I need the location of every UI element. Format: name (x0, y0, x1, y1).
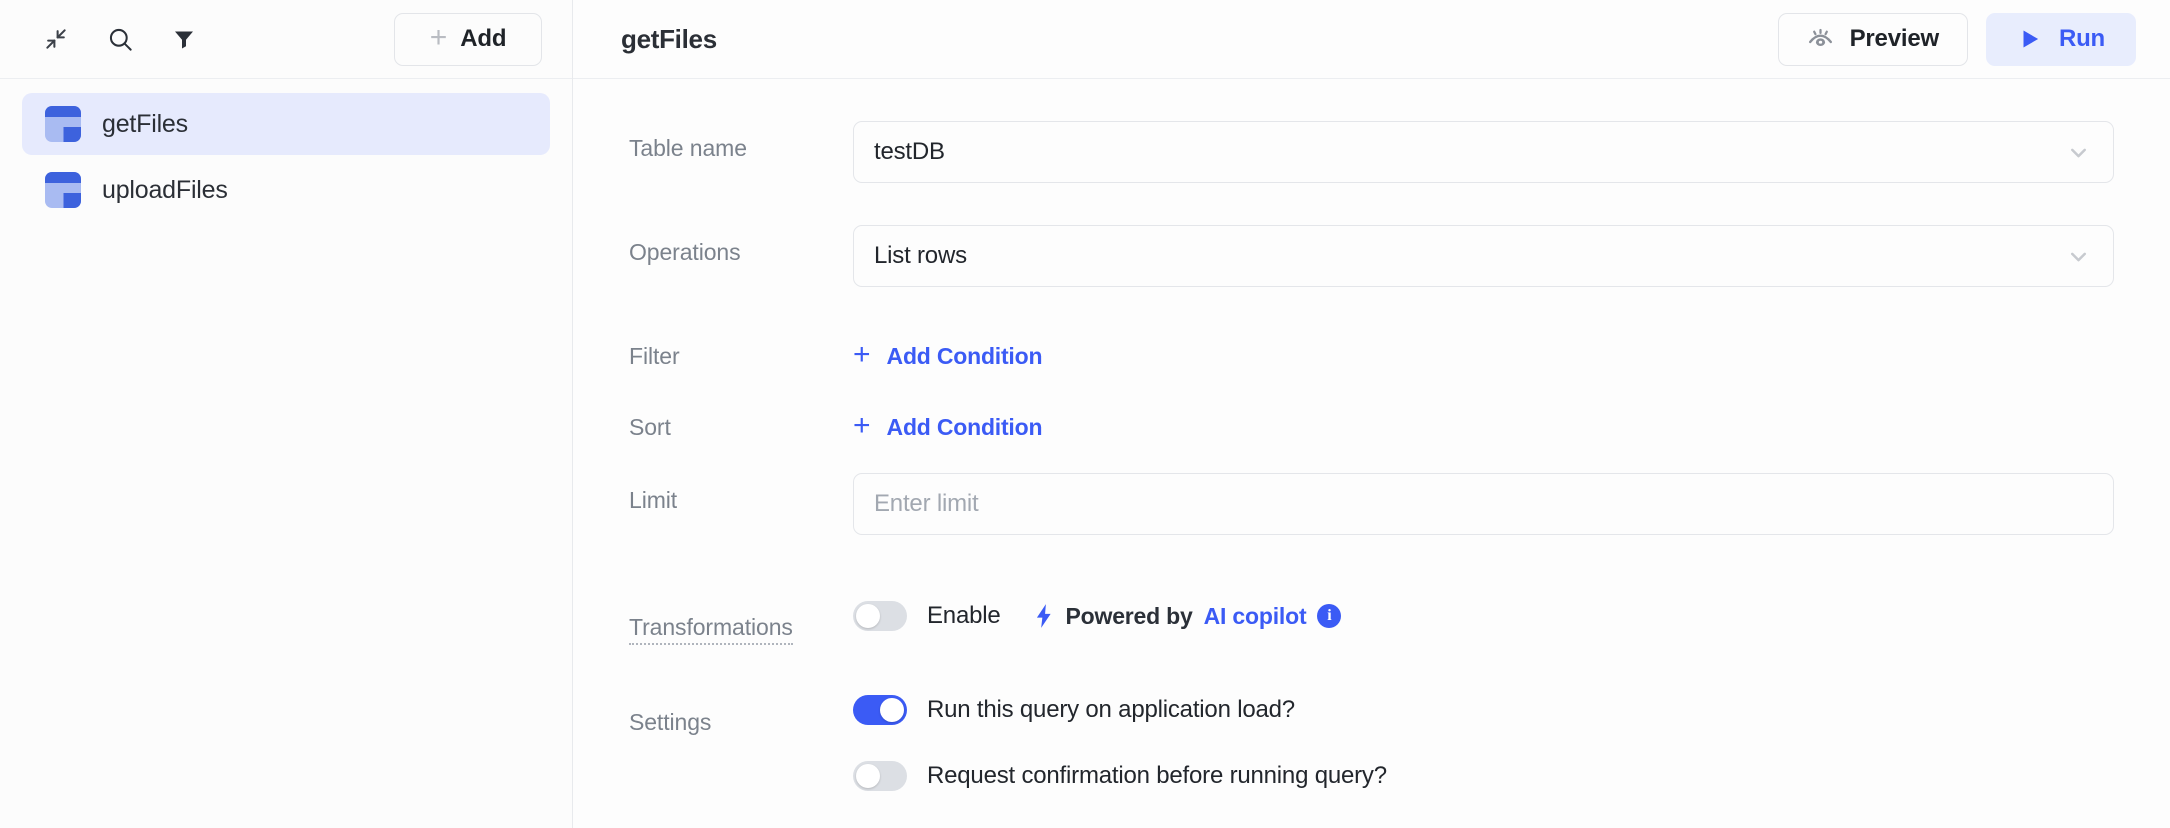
filter-icon[interactable] (162, 17, 206, 61)
query-list-item-uploadfiles[interactable]: uploadFiles (22, 159, 550, 221)
limit-input[interactable]: Enter limit (853, 473, 2114, 535)
play-icon (2017, 26, 2043, 52)
operations-control: List rows (853, 225, 2114, 287)
transformations-enable-label: Enable (927, 602, 1001, 630)
run-button-label: Run (2059, 25, 2105, 53)
table-name-value: testDB (874, 138, 945, 166)
query-editor-header: getFiles Preview (573, 0, 2170, 79)
chevron-down-icon (2066, 244, 2091, 269)
settings-control: Run this query on application load? Requ… (853, 695, 2114, 791)
table-name-select[interactable]: testDB (853, 121, 2114, 183)
table-name-control: testDB (853, 121, 2114, 183)
toggle-knob (880, 698, 904, 722)
powered-by-label: Powered by (1066, 603, 1193, 630)
settings-row: Settings Run this query on application l… (629, 695, 2114, 791)
collapse-arrows-icon[interactable] (34, 17, 78, 61)
plus-icon: + (430, 23, 448, 53)
setting-request-confirmation-row: Request confirmation before running quer… (853, 761, 2114, 791)
eye-icon (1807, 26, 1834, 53)
transformations-label: Transformations (629, 614, 793, 645)
query-form: Table name testDB Operations (573, 79, 2170, 828)
request-confirmation-toggle[interactable] (853, 761, 907, 791)
setting-run-on-load-row: Run this query on application load? (853, 695, 2114, 725)
transformations-label-cell: Transformations (629, 601, 853, 645)
table-query-icon (44, 171, 82, 209)
sort-control: + Add Condition (853, 400, 2114, 441)
request-confirmation-label: Request confirmation before running quer… (927, 762, 1387, 790)
sidebar-toolbar: + Add (0, 0, 572, 79)
plus-icon: + (853, 340, 871, 370)
plus-icon: + (853, 411, 871, 441)
sort-label: Sort (629, 400, 853, 441)
query-list-item-label: getFiles (102, 110, 188, 139)
lightning-bolt-icon (1033, 603, 1055, 629)
preview-button[interactable]: Preview (1778, 13, 1968, 66)
transformations-control: Enable Powered by AI copilot i (853, 601, 2114, 631)
query-list-item-label: uploadFiles (102, 176, 228, 205)
query-list: getFiles uploadFiles (0, 79, 572, 221)
filter-add-condition-button[interactable]: + Add Condition (853, 329, 2114, 370)
operations-label: Operations (629, 225, 853, 266)
run-on-load-label: Run this query on application load? (927, 696, 1295, 724)
ai-copilot-link[interactable]: AI copilot (1204, 603, 1307, 630)
add-query-button[interactable]: + Add (394, 13, 542, 66)
limit-row: Limit Enter limit (629, 473, 2114, 535)
ai-copilot-badge: Powered by AI copilot i (1033, 603, 1342, 630)
page-title: getFiles (621, 24, 717, 55)
preview-button-label: Preview (1850, 25, 1939, 53)
transformations-toggle-row: Enable Powered by AI copilot i (853, 601, 2114, 631)
info-icon[interactable]: i (1317, 604, 1341, 628)
query-sidebar: + Add getFiles uploadFiles (0, 0, 573, 828)
toggle-knob (856, 764, 880, 788)
table-query-icon (44, 105, 82, 143)
limit-input-placeholder: Enter limit (874, 490, 979, 518)
sort-row: Sort + Add Condition (629, 400, 2114, 441)
settings-label: Settings (629, 695, 853, 736)
filter-row: Filter + Add Condition (629, 329, 2114, 370)
transformations-enable-toggle[interactable] (853, 601, 907, 631)
add-query-label: Add (460, 25, 506, 53)
run-button[interactable]: Run (1986, 13, 2136, 66)
operations-select[interactable]: List rows (853, 225, 2114, 287)
transformations-row: Transformations Enable Powered by (629, 601, 2114, 645)
filter-control: + Add Condition (853, 329, 2114, 370)
search-icon[interactable] (98, 17, 142, 61)
table-name-label: Table name (629, 121, 853, 162)
sort-add-condition-label: Add Condition (887, 414, 1043, 441)
operations-value: List rows (874, 242, 967, 270)
sort-add-condition-button[interactable]: + Add Condition (853, 400, 2114, 441)
query-list-item-getfiles[interactable]: getFiles (22, 93, 550, 155)
filter-label: Filter (629, 329, 853, 370)
run-on-load-toggle[interactable] (853, 695, 907, 725)
operations-row: Operations List rows (629, 225, 2114, 287)
table-name-row: Table name testDB (629, 121, 2114, 183)
toggle-knob (856, 604, 880, 628)
limit-control: Enter limit (853, 473, 2114, 535)
query-manager-app: + Add getFiles uploadFiles (0, 0, 2170, 828)
filter-add-condition-label: Add Condition (887, 343, 1043, 370)
query-editor-panel: getFiles Preview (573, 0, 2170, 828)
header-actions: Preview Run (1778, 13, 2136, 66)
chevron-down-icon (2066, 140, 2091, 165)
limit-label: Limit (629, 473, 853, 514)
